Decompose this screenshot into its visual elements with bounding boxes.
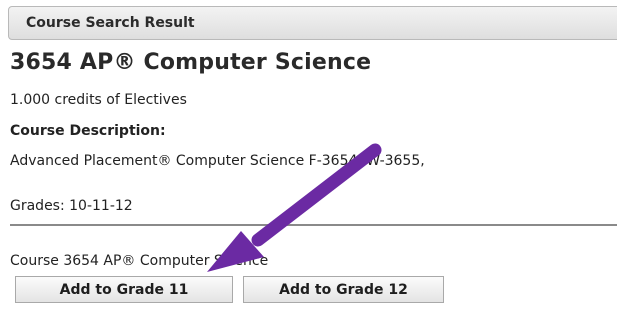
add-to-grade-12-button[interactable]: Add to Grade 12 bbox=[243, 276, 444, 303]
course-summary-line: Course 3654 AP® Computer Science bbox=[10, 253, 269, 269]
course-description-text: Advanced Placement® Computer Science F-3… bbox=[10, 153, 425, 169]
course-grades: Grades: 10-11-12 bbox=[10, 198, 133, 214]
course-search-window: Course Search Result 3654 AP® Computer S… bbox=[0, 0, 617, 314]
panel-header: Course Search Result bbox=[8, 6, 617, 40]
course-title: 3654 AP® Computer Science bbox=[10, 50, 372, 75]
add-to-grade-11-button[interactable]: Add to Grade 11 bbox=[15, 276, 233, 303]
section-divider bbox=[10, 224, 617, 226]
panel-header-title: Course Search Result bbox=[26, 15, 195, 31]
course-credits: 1.000 credits of Electives bbox=[10, 92, 187, 108]
course-description-heading: Course Description: bbox=[10, 123, 166, 139]
